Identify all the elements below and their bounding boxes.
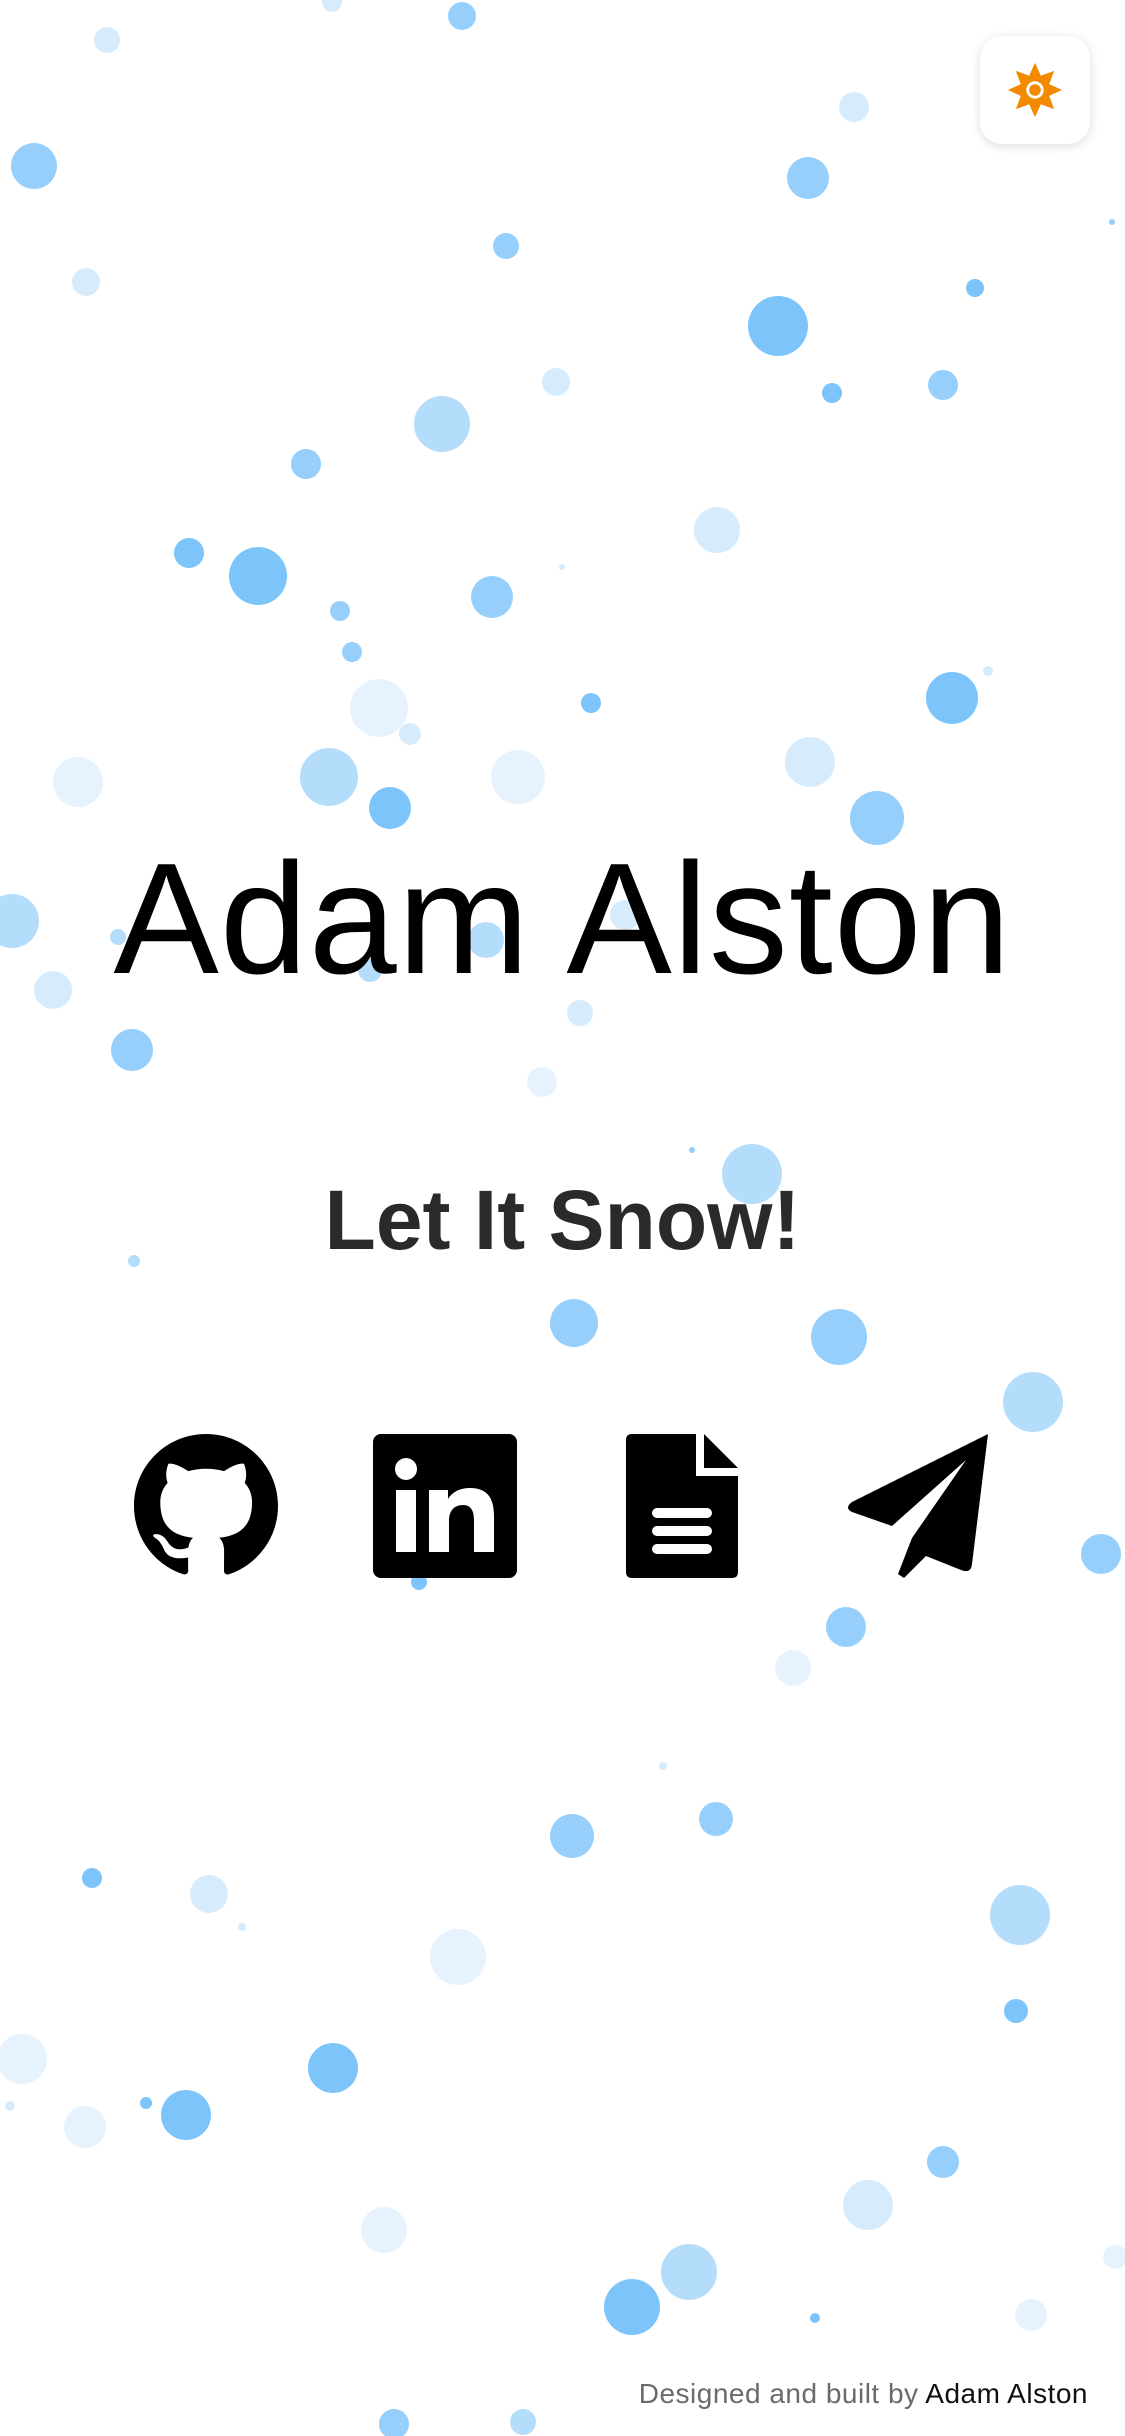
snowflake bbox=[983, 666, 993, 676]
snowflake bbox=[966, 279, 984, 297]
snowflake bbox=[448, 2, 476, 30]
snowflake bbox=[140, 2097, 152, 2109]
snowflake bbox=[787, 157, 829, 199]
footer-credit: Designed and built by Adam Alston bbox=[639, 2378, 1088, 2410]
snowflake bbox=[430, 1929, 486, 1985]
snowflake bbox=[1004, 1999, 1028, 2023]
snowflake bbox=[379, 2409, 409, 2436]
resume-link[interactable] bbox=[608, 1432, 756, 1580]
snowflake bbox=[350, 679, 408, 737]
snowflake bbox=[291, 449, 321, 479]
snowflake bbox=[361, 2207, 407, 2253]
snowflake bbox=[699, 1802, 733, 1836]
snowflake bbox=[300, 748, 358, 806]
snowflake bbox=[926, 672, 978, 724]
snowflake bbox=[82, 1868, 102, 1888]
snowflake bbox=[11, 143, 57, 189]
snowflake bbox=[493, 233, 519, 259]
snowflake bbox=[581, 693, 601, 713]
social-links bbox=[0, 1432, 1125, 1580]
snowflake bbox=[826, 1607, 866, 1647]
snowflake bbox=[1015, 2299, 1047, 2331]
snowflake bbox=[811, 1309, 867, 1365]
snowflake bbox=[72, 268, 100, 296]
snowflake bbox=[229, 547, 287, 605]
snowflake bbox=[64, 2106, 106, 2148]
footer-prefix: Designed and built by bbox=[638, 2378, 919, 2409]
snowflake bbox=[928, 370, 958, 400]
snowflake bbox=[238, 1923, 246, 1931]
footer-author: Adam Alston bbox=[925, 2378, 1088, 2409]
snowflake bbox=[330, 601, 350, 621]
snowflake bbox=[550, 1814, 594, 1858]
snowflake bbox=[53, 757, 103, 807]
snowflake bbox=[111, 1029, 153, 1071]
snowflake bbox=[308, 2043, 358, 2093]
snowflake bbox=[94, 27, 120, 53]
snowflake bbox=[661, 2244, 717, 2300]
github-icon bbox=[134, 1434, 278, 1575]
snowflake bbox=[399, 723, 421, 745]
contact-link[interactable] bbox=[846, 1432, 994, 1580]
paper-plane-icon bbox=[848, 1434, 988, 1578]
snowflake bbox=[0, 2034, 47, 2084]
snowflake bbox=[659, 1762, 667, 1770]
snowflake bbox=[414, 396, 470, 452]
document-icon bbox=[626, 1434, 738, 1578]
snowflake bbox=[785, 737, 835, 787]
snowflake bbox=[550, 1299, 598, 1347]
snowflake bbox=[161, 2090, 211, 2140]
snowflake bbox=[1109, 219, 1115, 225]
snowflake bbox=[527, 1067, 557, 1097]
snowflake bbox=[689, 1147, 695, 1153]
snowflake bbox=[775, 1650, 811, 1686]
snowflake bbox=[990, 1885, 1050, 1945]
snowflake bbox=[369, 787, 411, 829]
snowflake bbox=[1103, 2245, 1125, 2269]
snowflake bbox=[190, 1875, 228, 1913]
sun-icon bbox=[1007, 62, 1063, 118]
snowflake bbox=[542, 368, 570, 396]
snowflake bbox=[927, 2146, 959, 2178]
page-subtitle: Let It Snow! bbox=[324, 1173, 801, 1267]
snowflake bbox=[604, 2279, 660, 2335]
linkedin-icon bbox=[373, 1434, 517, 1578]
snowflake bbox=[748, 296, 808, 356]
page: Adam Alston Let It Snow! Designed and bu… bbox=[0, 0, 1125, 2436]
snowflake bbox=[510, 2409, 536, 2435]
snowflake bbox=[559, 564, 565, 570]
snowflake bbox=[822, 383, 842, 403]
snowflake bbox=[491, 750, 545, 804]
snowflake bbox=[342, 642, 362, 662]
linkedin-link[interactable] bbox=[371, 1432, 519, 1580]
snowflake bbox=[843, 2180, 893, 2230]
snowflake bbox=[694, 507, 740, 553]
snowflake bbox=[471, 576, 513, 618]
page-title: Adam Alston bbox=[113, 831, 1012, 1007]
snowflake bbox=[322, 0, 342, 12]
snowflake bbox=[174, 538, 204, 568]
snowflake bbox=[810, 2313, 820, 2323]
snowflake bbox=[839, 92, 869, 122]
snowflake bbox=[1003, 1372, 1063, 1432]
theme-toggle-button[interactable] bbox=[980, 36, 1090, 144]
snowflake bbox=[5, 2101, 15, 2111]
github-link[interactable] bbox=[132, 1432, 280, 1580]
